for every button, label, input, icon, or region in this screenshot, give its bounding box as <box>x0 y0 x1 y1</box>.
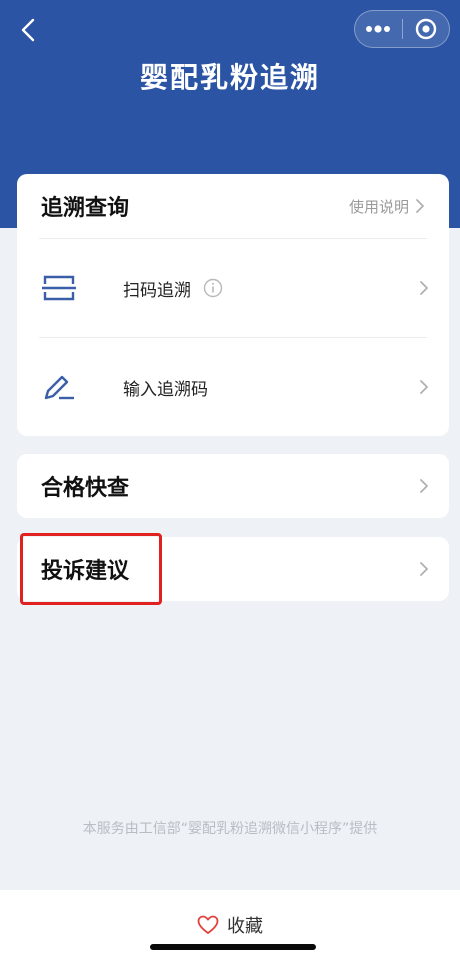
close-button[interactable] <box>403 11 450 47</box>
input-trace-code-item[interactable]: 输入追溯码 <box>17 338 449 436</box>
back-button[interactable] <box>10 12 46 48</box>
collect-label: 收藏 <box>227 916 263 937</box>
info-icon[interactable] <box>203 278 223 298</box>
page-title: 婴配乳粉追溯 <box>139 61 320 94</box>
heart-icon <box>197 915 219 934</box>
bottom-bar: 收藏 <box>0 890 460 960</box>
usage-guide-link[interactable]: 使用说明 <box>349 196 425 217</box>
trace-query-card: 追溯查询 使用说明 扫码追溯 输入追溯码 <box>17 174 449 436</box>
more-dots-icon <box>366 25 391 33</box>
input-trace-code-label: 输入追溯码 <box>123 379 208 400</box>
chevron-right-icon <box>420 380 428 394</box>
scan-trace-label: 扫码追溯 <box>123 280 191 301</box>
chevron-left-icon <box>21 18 35 42</box>
usage-guide-label: 使用说明 <box>348 197 409 216</box>
mini-program-capsule <box>354 10 450 48</box>
home-indicator <box>150 944 316 950</box>
target-circle-icon <box>415 18 436 40</box>
pen-icon <box>39 367 79 407</box>
trace-query-title: 追溯查询 <box>41 196 130 221</box>
trace-query-header: 追溯查询 使用说明 <box>17 174 449 238</box>
more-button[interactable] <box>355 11 402 47</box>
footer-note: 本服务由工信部“婴配乳粉追溯微信小程序”提供 <box>82 821 378 837</box>
qualified-check-title: 合格快查 <box>41 476 130 501</box>
chevron-right-icon <box>420 562 428 576</box>
highlight-box <box>20 533 162 605</box>
scan-icon <box>39 268 79 308</box>
qualified-check-card[interactable]: 合格快查 <box>17 454 449 518</box>
chevron-right-icon <box>416 199 424 213</box>
chevron-right-icon <box>420 479 428 493</box>
scan-trace-item[interactable]: 扫码追溯 <box>17 239 449 337</box>
chevron-right-icon <box>420 281 428 295</box>
collect-button[interactable]: 收藏 <box>0 912 460 938</box>
